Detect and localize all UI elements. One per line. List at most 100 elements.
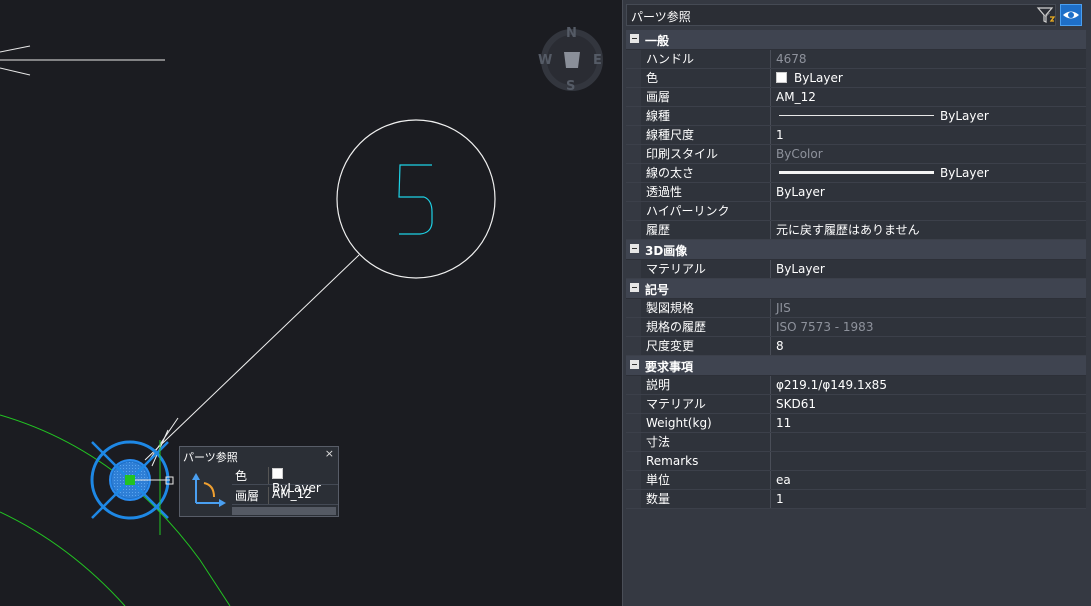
property-label: 単位 xyxy=(641,471,771,489)
property-label: 線種尺度 xyxy=(641,126,771,144)
property-row[interactable]: 線種 ByLayer xyxy=(626,107,1086,126)
property-value[interactable]: 1 xyxy=(776,126,784,144)
property-row[interactable]: 線の太さ ByLayer xyxy=(626,164,1086,183)
linetype-preview xyxy=(779,115,934,116)
property-row[interactable]: ハイパーリンク xyxy=(626,202,1086,221)
popup-value[interactable]: ByLayer xyxy=(268,467,338,495)
collapse-icon[interactable] xyxy=(630,283,639,292)
row-gutter xyxy=(626,69,641,87)
row-gutter xyxy=(626,183,641,201)
category-header[interactable]: 記号 xyxy=(626,279,1086,299)
property-row[interactable]: 数量 1 xyxy=(626,490,1086,509)
drawing-canvas[interactable]: 5 N S W E パーツ参照 × 色 ByLayer 画層 AM_12 xyxy=(0,0,622,606)
property-value[interactable]: ISO 7573 - 1983 xyxy=(776,318,873,336)
property-row[interactable]: マテリアル ByLayer xyxy=(626,260,1086,279)
property-row[interactable]: 色 ByLayer xyxy=(626,69,1086,88)
property-row[interactable]: 透過性 ByLayer xyxy=(626,183,1086,202)
popup-scrollbar[interactable] xyxy=(232,507,336,515)
collapse-icon[interactable] xyxy=(630,34,639,43)
property-row[interactable]: 尺度変更 8 xyxy=(626,337,1086,356)
property-row[interactable]: 印刷スタイル ByColor xyxy=(626,145,1086,164)
close-icon[interactable]: × xyxy=(325,447,334,460)
color-swatch-icon xyxy=(272,468,283,479)
property-value-text: φ219.1/φ149.1x85 xyxy=(776,378,887,392)
property-row[interactable]: 寸法 xyxy=(626,433,1086,452)
property-label: 説明 xyxy=(641,376,771,394)
property-value[interactable]: ByLayer xyxy=(776,260,825,278)
row-gutter xyxy=(626,395,641,413)
property-label: ハイパーリンク xyxy=(641,202,771,220)
property-value-text: 11 xyxy=(776,416,792,430)
popup-row-color[interactable]: 色 ByLayer xyxy=(232,465,338,495)
toggle-pickadd-button[interactable] xyxy=(1060,4,1082,26)
popup-label: 画層 xyxy=(235,489,260,503)
compass-east[interactable]: E xyxy=(593,53,602,68)
row-gutter xyxy=(626,299,641,317)
property-value[interactable]: ea xyxy=(776,471,791,489)
property-value[interactable]: ByLayer xyxy=(776,183,825,201)
property-value[interactable]: ByLayer xyxy=(776,69,843,87)
row-gutter xyxy=(626,221,641,239)
row-gutter xyxy=(626,107,641,125)
property-row[interactable]: 規格の履歴 ISO 7573 - 1983 xyxy=(626,318,1086,337)
property-row[interactable]: Weight(kg) 11 xyxy=(626,414,1086,433)
property-label: 規格の履歴 xyxy=(641,318,771,336)
property-row[interactable]: 線種尺度 1 xyxy=(626,126,1086,145)
popup-label: 色 xyxy=(235,469,248,483)
property-label: 履歴 xyxy=(641,221,771,239)
property-value[interactable]: AM_12 xyxy=(776,88,816,106)
property-row[interactable]: 履歴 元に戻す履歴はありません xyxy=(626,221,1086,240)
category-name: 要求事項 xyxy=(645,360,694,374)
property-value-text: ByLayer xyxy=(776,185,825,199)
property-value[interactable]: 元に戻す履歴はありません xyxy=(776,221,920,239)
popup-property-grid: 色 ByLayer 画層 AM_12 xyxy=(232,465,338,505)
property-row[interactable]: ハンドル 4678 xyxy=(626,50,1086,69)
property-label: 線の太さ xyxy=(641,164,771,182)
compass-north[interactable]: N xyxy=(566,26,577,41)
property-value[interactable]: SKD61 xyxy=(776,395,816,413)
property-row[interactable]: Remarks xyxy=(626,452,1086,471)
property-value[interactable]: JIS xyxy=(776,299,791,317)
property-value-text: ByLayer xyxy=(940,109,989,123)
collapse-icon[interactable] xyxy=(630,244,639,253)
compass-west[interactable]: W xyxy=(538,53,552,68)
quick-properties-popup[interactable]: パーツ参照 × 色 ByLayer 画層 AM_12 xyxy=(179,446,339,517)
property-value-text: SKD61 xyxy=(776,397,816,411)
property-value[interactable]: 8 xyxy=(776,337,784,355)
property-value-text: ISO 7573 - 1983 xyxy=(776,320,874,334)
property-value[interactable]: ByLayer xyxy=(776,164,989,182)
row-gutter xyxy=(626,452,641,470)
property-row[interactable]: 画層 AM_12 xyxy=(626,88,1086,107)
popup-value[interactable]: AM_12 xyxy=(268,487,312,504)
property-label: マテリアル xyxy=(641,395,771,413)
property-row[interactable]: 製図規格 JIS xyxy=(626,299,1086,318)
property-row[interactable]: マテリアル SKD61 xyxy=(626,395,1086,414)
compass-south[interactable]: S xyxy=(566,79,575,94)
row-gutter xyxy=(626,50,641,68)
category-header[interactable]: 一般 xyxy=(626,30,1086,50)
property-value[interactable]: 1 xyxy=(776,490,784,508)
color-swatch-icon xyxy=(776,72,787,83)
category-header[interactable]: 3D画像 xyxy=(626,240,1086,260)
category-header[interactable]: 要求事項 xyxy=(626,356,1086,376)
popup-row-layer[interactable]: 画層 AM_12 xyxy=(232,485,338,505)
row-gutter xyxy=(626,490,641,508)
property-value[interactable]: ByLayer xyxy=(776,107,989,125)
property-value-text: ByLayer xyxy=(776,262,825,276)
property-value-text: AM_12 xyxy=(776,90,816,104)
property-value[interactable]: 11 xyxy=(776,414,791,432)
property-value-text: ea xyxy=(776,473,791,487)
property-value-text: 1 xyxy=(776,492,784,506)
property-value[interactable]: φ219.1/φ149.1x85 xyxy=(776,376,887,394)
property-row[interactable]: 単位 ea xyxy=(626,471,1086,490)
object-selector-dropdown[interactable]: パーツ参照 ⌵ xyxy=(626,4,1056,26)
collapse-icon[interactable] xyxy=(630,360,639,369)
property-value[interactable]: ByColor xyxy=(776,145,823,163)
property-value-text: 1 xyxy=(776,128,784,142)
property-row[interactable]: 説明 φ219.1/φ149.1x85 xyxy=(626,376,1086,395)
property-label: 線種 xyxy=(641,107,771,125)
row-gutter xyxy=(626,337,641,355)
category-name: 3D画像 xyxy=(645,244,688,258)
quick-select-button[interactable] xyxy=(1035,4,1057,26)
property-value[interactable]: 4678 xyxy=(776,50,807,68)
